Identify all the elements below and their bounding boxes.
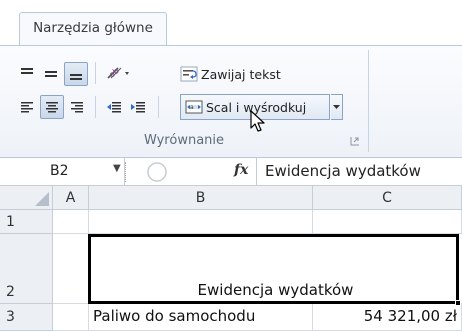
align-bottom-button[interactable] xyxy=(64,62,88,86)
column-header-c[interactable]: C xyxy=(313,186,462,210)
wrap-text-icon xyxy=(180,66,198,82)
ribbon-tab-strip: Narzędzia główne xyxy=(0,0,462,46)
formula-input[interactable]: Ewidencja wydatków xyxy=(256,158,462,185)
cell-a1[interactable] xyxy=(53,210,89,234)
align-right-icon xyxy=(71,102,83,113)
select-all-corner[interactable] xyxy=(0,186,53,210)
orientation-icon: ab xyxy=(107,66,129,79)
align-center-icon xyxy=(46,102,58,113)
separator xyxy=(158,96,159,118)
cell-b1[interactable] xyxy=(89,210,313,234)
fill-handle[interactable] xyxy=(455,300,461,306)
group-label: Wyrównanie xyxy=(143,133,225,148)
column-header-b[interactable]: B xyxy=(89,186,313,210)
merge-options-dropdown[interactable] xyxy=(331,94,343,120)
decrease-indent-icon xyxy=(107,102,121,113)
cell-c3[interactable]: 54 321,00 zł xyxy=(313,304,462,331)
wrap-text-label: Zawijaj tekst xyxy=(201,66,281,82)
chevron-down-icon[interactable]: ▼ xyxy=(113,163,121,174)
align-middle-button[interactable] xyxy=(40,62,62,84)
increase-indent-icon xyxy=(131,102,145,113)
align-center-button[interactable] xyxy=(40,95,64,119)
mouse-cursor-icon xyxy=(250,110,265,132)
svg-text:a: a xyxy=(190,104,194,111)
cell-b3[interactable]: Paliwo do samochodu xyxy=(89,304,313,331)
cancel-icon[interactable] xyxy=(146,161,168,183)
insert-function-icon[interactable]: fx xyxy=(234,162,248,178)
row-header-3[interactable]: 3 xyxy=(0,304,53,331)
dropdown-arrow-icon xyxy=(333,104,340,109)
column-header-a[interactable]: A xyxy=(53,186,89,210)
wrap-text-button[interactable]: Zawijaj tekst xyxy=(180,62,281,86)
name-box-value: B2 xyxy=(50,163,69,179)
align-right-button[interactable] xyxy=(66,96,88,118)
decrease-indent-button[interactable] xyxy=(103,96,125,118)
selection-border xyxy=(88,234,459,304)
row-header-1[interactable]: 1 xyxy=(0,210,53,234)
alignment-group: ab Zawijaj tekst a Scal i wyśrodkuj Wyró… xyxy=(0,45,462,158)
align-left-button[interactable] xyxy=(16,96,38,118)
increase-indent-button[interactable] xyxy=(127,96,149,118)
formula-buttons xyxy=(138,161,246,183)
align-top-button[interactable] xyxy=(16,62,38,84)
row-header-2[interactable]: 2 xyxy=(0,234,53,304)
dialog-launcher-icon[interactable] xyxy=(350,136,360,146)
align-middle-icon xyxy=(45,71,57,77)
align-bottom-icon xyxy=(70,74,82,80)
merge-center-icon: a xyxy=(185,100,203,114)
separator xyxy=(95,96,96,118)
formula-bar: B2 ▼ fx Ewidencja wydatków xyxy=(0,158,462,186)
name-box[interactable]: B2 ▼ xyxy=(0,158,125,185)
orientation-button[interactable]: ab xyxy=(103,62,133,84)
spreadsheet-grid: A B C 1 2 3 Ewidencja wydatków Paliwo do… xyxy=(0,186,462,331)
align-left-icon xyxy=(21,102,33,113)
formula-bar-grip[interactable] xyxy=(125,162,128,182)
separator xyxy=(95,62,96,84)
cell-a3[interactable] xyxy=(53,304,89,331)
cell-c1[interactable] xyxy=(313,210,462,234)
group-separator xyxy=(368,50,369,152)
cell-a2[interactable] xyxy=(53,234,89,304)
tab-home[interactable]: Narzędzia główne xyxy=(19,12,167,46)
select-all-icon xyxy=(35,192,49,206)
align-top-icon xyxy=(21,68,33,74)
